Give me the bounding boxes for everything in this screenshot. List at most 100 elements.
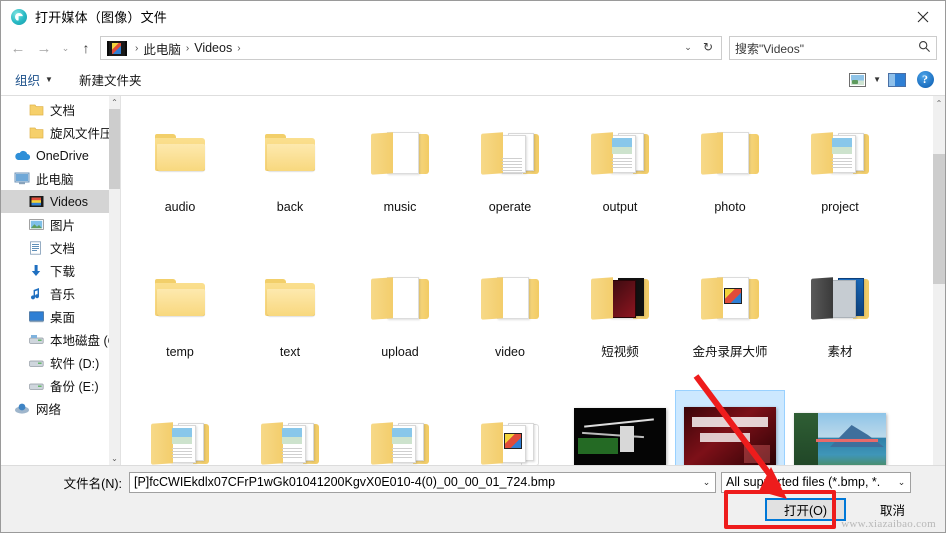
sidebar-item-label: Videos bbox=[50, 194, 88, 209]
sidebar-item-network[interactable]: 网络 bbox=[1, 397, 120, 420]
videos-icon bbox=[27, 195, 45, 208]
file-name: operate bbox=[488, 200, 532, 214]
window-buttons bbox=[900, 1, 945, 32]
sidebar-item-xuanfeng-zip[interactable]: 旋风文件压缩 bbox=[1, 121, 120, 144]
cloud-icon bbox=[13, 150, 31, 162]
file-name: project bbox=[821, 200, 859, 214]
file-item[interactable]: upload bbox=[345, 245, 455, 390]
folder-with-film-icon bbox=[675, 249, 785, 345]
network-icon bbox=[13, 402, 31, 415]
scroll-up-icon[interactable]: ⌃ bbox=[933, 96, 945, 110]
organize-button[interactable]: 组织 ▼ bbox=[15, 70, 53, 89]
file-item[interactable]: [P]fcCWIEkdlx07CFrP1wGk01041200KgvX0E010… bbox=[565, 390, 675, 465]
search-input[interactable]: 搜索"Videos" bbox=[729, 36, 937, 60]
file-item[interactable]: music bbox=[345, 100, 455, 245]
file-item[interactable]: 短视频 bbox=[565, 245, 675, 390]
sidebar-item-onedrive[interactable]: OneDrive bbox=[1, 144, 120, 167]
file-item[interactable]: text bbox=[235, 245, 345, 390]
view-chevron-down-icon[interactable]: ▼ bbox=[873, 75, 881, 84]
back-icon[interactable]: ← bbox=[5, 35, 31, 61]
sidebar-item-documents[interactable]: 文档 bbox=[1, 236, 120, 259]
file-item[interactable]: 未命名项目.osp大V_assets bbox=[125, 390, 235, 465]
file-item-selected[interactable]: [P]fcCWIEkdlx07CFrP1wGk01041200KgvX0E010… bbox=[675, 390, 785, 465]
sidebar-item-music[interactable]: 音乐 bbox=[1, 282, 120, 305]
file-type-value: All supported files (*.bmp, *. bbox=[726, 475, 881, 489]
sidebar-item-drive-d[interactable]: 软件 (D:) bbox=[1, 351, 120, 374]
folder-with-document-icon bbox=[345, 104, 455, 200]
recent-locations-icon[interactable]: ⌄ bbox=[57, 35, 74, 61]
search-icon bbox=[918, 40, 931, 56]
preview-pane-icon[interactable] bbox=[885, 69, 909, 91]
scroll-up-icon[interactable]: ⌃ bbox=[109, 96, 120, 109]
file-item[interactable]: 未命名项目_assets bbox=[345, 390, 455, 465]
file-item[interactable]: photo bbox=[675, 100, 785, 245]
close-icon[interactable] bbox=[900, 1, 945, 32]
monitor-icon bbox=[13, 172, 31, 185]
scrollbar-thumb[interactable] bbox=[933, 154, 945, 284]
chevron-down-icon[interactable]: ⌄ bbox=[893, 477, 910, 488]
refresh-icon[interactable]: ↻ bbox=[698, 37, 718, 57]
open-button[interactable]: 打开(O) bbox=[765, 498, 846, 521]
scrollbar-thumb[interactable] bbox=[109, 109, 120, 189]
file-item[interactable]: back bbox=[235, 100, 345, 245]
file-item[interactable]: project bbox=[785, 100, 895, 245]
sidebar-item-this-pc[interactable]: 此电脑 bbox=[1, 167, 120, 190]
sidebar-item-label: 音乐 bbox=[50, 288, 76, 302]
file-name: text bbox=[279, 345, 301, 359]
file-item[interactable]: 123.jpg bbox=[785, 390, 895, 465]
sidebar-item-desktop[interactable]: 桌面 bbox=[1, 305, 120, 328]
navigation-pane: 文档 旋风文件压缩 OneDrive 此电脑 Videos 图片 文档 下载 音… bbox=[1, 96, 121, 465]
folder-with-photo-icon bbox=[235, 394, 345, 465]
folder-with-document-icon bbox=[345, 249, 455, 345]
file-item[interactable]: 新建文件夹 bbox=[455, 390, 565, 465]
sidebar-item-label: 备份 (E:) bbox=[50, 380, 99, 394]
file-item[interactable]: audio bbox=[125, 100, 235, 245]
help-icon[interactable]: ? bbox=[913, 69, 937, 91]
folder-with-photo-icon bbox=[125, 394, 235, 465]
sidebar-item-label: OneDrive bbox=[36, 148, 89, 163]
file-item[interactable]: video bbox=[455, 245, 565, 390]
folder-with-dark-video-icon bbox=[565, 249, 675, 345]
file-item[interactable]: 未命名项目.osp法法_assets bbox=[235, 390, 345, 465]
file-item[interactable]: 素材 bbox=[785, 245, 895, 390]
sidebar-item-label: 图片 bbox=[50, 219, 76, 233]
view-layout-icon[interactable] bbox=[845, 69, 869, 91]
file-item[interactable]: output bbox=[565, 100, 675, 245]
sidebar-item-downloads[interactable]: 下载 bbox=[1, 259, 120, 282]
scroll-down-icon[interactable]: ⌄ bbox=[109, 452, 120, 465]
sidebar-item-videos[interactable]: Videos bbox=[1, 190, 120, 213]
sidebar-item-pictures[interactable]: 图片 bbox=[1, 213, 120, 236]
sidebar-scrollbar[interactable]: ⌃ ⌄ bbox=[109, 96, 120, 465]
filename-input[interactable]: [P]fcCWIEkdlx07CFrP1wGk01041200KgvX0E010… bbox=[129, 471, 716, 493]
sidebar-item-label: 桌面 bbox=[50, 311, 76, 325]
file-item[interactable]: 金舟录屏大师 bbox=[675, 245, 785, 390]
sidebar-item-drive-e[interactable]: 备份 (E:) bbox=[1, 374, 120, 397]
breadcrumb-separator: › bbox=[237, 42, 241, 54]
file-item[interactable]: operate bbox=[455, 100, 565, 245]
image-thumbnail bbox=[676, 394, 784, 465]
file-item[interactable]: temp bbox=[125, 245, 235, 390]
drive-icon bbox=[27, 380, 45, 392]
up-icon[interactable]: ↑ bbox=[74, 35, 98, 61]
chevron-down-icon[interactable]: ⌄ bbox=[698, 477, 715, 488]
file-name: 素材 bbox=[827, 345, 853, 359]
sidebar-item-local-disk-c[interactable]: 本地磁盘 (C: bbox=[1, 328, 120, 351]
new-folder-button[interactable]: 新建文件夹 bbox=[79, 70, 142, 89]
file-type-select[interactable]: All supported files (*.bmp, *. ⌄ bbox=[721, 471, 911, 493]
file-list-scrollbar[interactable]: ⌃ bbox=[933, 96, 945, 465]
forward-icon[interactable]: → bbox=[31, 35, 57, 61]
breadcrumb-item-0[interactable]: 此电脑 bbox=[143, 39, 181, 58]
breadcrumb[interactable]: › 此电脑 › Videos › ⌄ ↻ bbox=[100, 36, 722, 60]
music-note-icon bbox=[27, 287, 45, 301]
folder-with-photo-icon bbox=[345, 394, 455, 465]
dialog-body: 文档 旋风文件压缩 OneDrive 此电脑 Videos 图片 文档 下载 音… bbox=[1, 96, 945, 465]
watermark-text: www.xiazaibao.com bbox=[841, 518, 936, 530]
folder-icon bbox=[235, 249, 345, 345]
chevron-down-icon[interactable]: ⌄ bbox=[679, 37, 697, 57]
breadcrumb-item-1[interactable]: Videos bbox=[194, 41, 232, 55]
breadcrumb-separator: › bbox=[185, 42, 190, 54]
breadcrumb-separator: › bbox=[135, 42, 139, 54]
sidebar-item-documents-quick[interactable]: 文档 bbox=[1, 98, 120, 121]
folder-icon bbox=[235, 104, 345, 200]
dialog-footer: 文件名(N): [P]fcCWIEkdlx07CFrP1wGk01041200K… bbox=[1, 465, 945, 532]
